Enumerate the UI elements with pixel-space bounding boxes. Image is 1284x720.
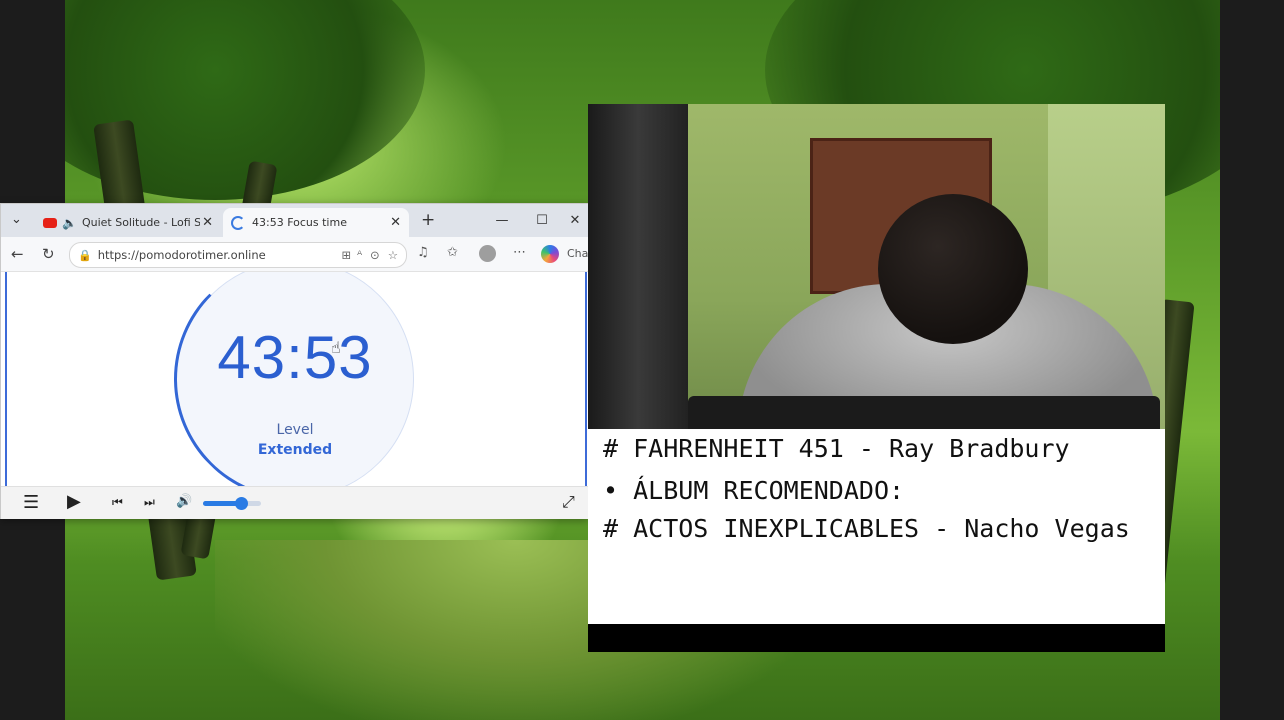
refresh-icon[interactable]: ↻ [42,245,55,263]
address-toolbar: ← ↻ 🔒 https://pomodorotimer.online ⊞ ᴬ ⊙… [1,237,588,272]
book-title: # FAHRENHEIT 451 - Ray Bradbury [603,434,1070,463]
translate-icon[interactable]: ᴬ [357,248,362,262]
maximize-icon[interactable]: ☐ [522,213,562,228]
tab-bar: ⌄ 🔈 Quiet Solitude - Lofi Son ✕ 43:53 Fo… [1,204,588,237]
wardrobe [588,104,688,429]
back-arrow-icon[interactable]: ← [11,245,24,263]
app-available-icon[interactable]: ⊞ [341,248,351,262]
tab-actions-chevron-icon[interactable]: ⌄ [11,212,22,227]
browser-window: ⌄ 🔈 Quiet Solitude - Lofi Son ✕ 43:53 Fo… [0,203,589,519]
tab-title: 43:53 Focus time [252,216,347,229]
media-player-bar: ☰ ▶ ⏮ ⏭ 🔊 ⤢ [1,486,588,519]
level-value[interactable]: Extended [176,442,414,458]
level-label: Level [276,422,314,438]
tab-title: Quiet Solitude - Lofi Son [81,216,200,229]
volume-knob[interactable] [234,497,248,510]
pomodoro-page: 43:53 Level Extended ☝ [1,272,588,486]
progress-border-left [5,272,7,486]
tab-quiet-solitude[interactable]: 🔈 Quiet Solitude - Lofi Son ✕ [35,208,221,237]
close-tab-icon[interactable]: ✕ [390,215,401,230]
previous-track-icon[interactable]: ⏮ [112,495,123,510]
album-heading-row: • ÁLBUM RECOMENDADO: [603,473,904,508]
timer-display: 43:53 [217,324,373,391]
media-control-icon[interactable]: ♫ [417,245,429,260]
copilot-icon[interactable] [541,245,559,263]
new-tab-plus-icon[interactable]: + [421,210,435,230]
fullscreen-icon[interactable]: ⤢ [562,492,575,512]
favorites-icon[interactable]: ✩ [447,245,458,260]
mouse-cursor-icon: ☝ [331,338,341,357]
close-tab-icon[interactable]: ✕ [202,215,213,230]
play-icon[interactable]: ▶ [67,491,81,512]
laptop [688,396,1160,429]
notes-panel: # FAHRENHEIT 451 - Ray Bradbury • ÁLBUM … [588,429,1165,624]
volume-icon[interactable]: 🔊 [176,494,192,509]
youtube-icon [43,217,57,228]
loading-spinner-icon [231,215,245,230]
more-tools-icon[interactable]: ⊙ [370,248,380,262]
webcam-feed [588,104,1165,429]
url-text: https://pomodorotimer.online [97,248,266,262]
close-window-icon[interactable]: ✕ [562,213,588,228]
favorite-star-icon[interactable]: ☆ [388,248,398,262]
more-menu-icon[interactable]: ⋯ [513,245,526,260]
progress-border-right [585,272,587,486]
person-head [878,194,1028,344]
profile-avatar[interactable] [479,245,496,262]
next-track-icon[interactable]: ⏭ [144,495,155,510]
black-bar [588,624,1165,652]
minimize-icon[interactable]: — [482,213,522,228]
album-heading: ÁLBUM RECOMENDADO: [633,476,905,505]
bullet-icon: • [603,476,619,505]
lock-icon: 🔒 [78,248,92,262]
menu-icon[interactable]: ☰ [23,492,39,513]
tab-focus-time[interactable]: 43:53 Focus time ✕ [223,208,409,237]
speaker-muted-icon[interactable]: 🔈 [62,216,77,230]
copilot-label: Cha [567,247,589,260]
window-controls: — ☐ ✕ [482,204,588,237]
album-title: # ACTOS INEXPLICABLES - Nacho Vegas [603,514,1130,543]
address-bar[interactable]: 🔒 https://pomodorotimer.online ⊞ ᴬ ⊙ ☆ [69,242,407,268]
volume-slider[interactable] [203,497,261,510]
